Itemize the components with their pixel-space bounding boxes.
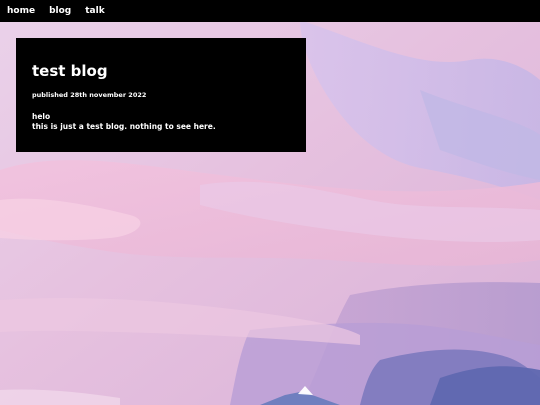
nav-link-home[interactable]: home bbox=[7, 0, 35, 22]
post-greeting: helo bbox=[32, 112, 51, 121]
post-content: helo this is just a test blog. nothing t… bbox=[32, 112, 290, 132]
nav-link-talk[interactable]: talk bbox=[85, 0, 104, 22]
post-title: test blog bbox=[32, 62, 108, 80]
top-navigation-bar: home blog talk bbox=[0, 0, 540, 22]
nav-link-blog[interactable]: blog bbox=[49, 0, 71, 22]
post-body-text: this is just a test blog. nothing to see… bbox=[32, 122, 216, 131]
post-published-date: published 28th november 2022 bbox=[32, 91, 147, 99]
blog-post-card: test blog published 28th november 2022 h… bbox=[16, 38, 306, 152]
